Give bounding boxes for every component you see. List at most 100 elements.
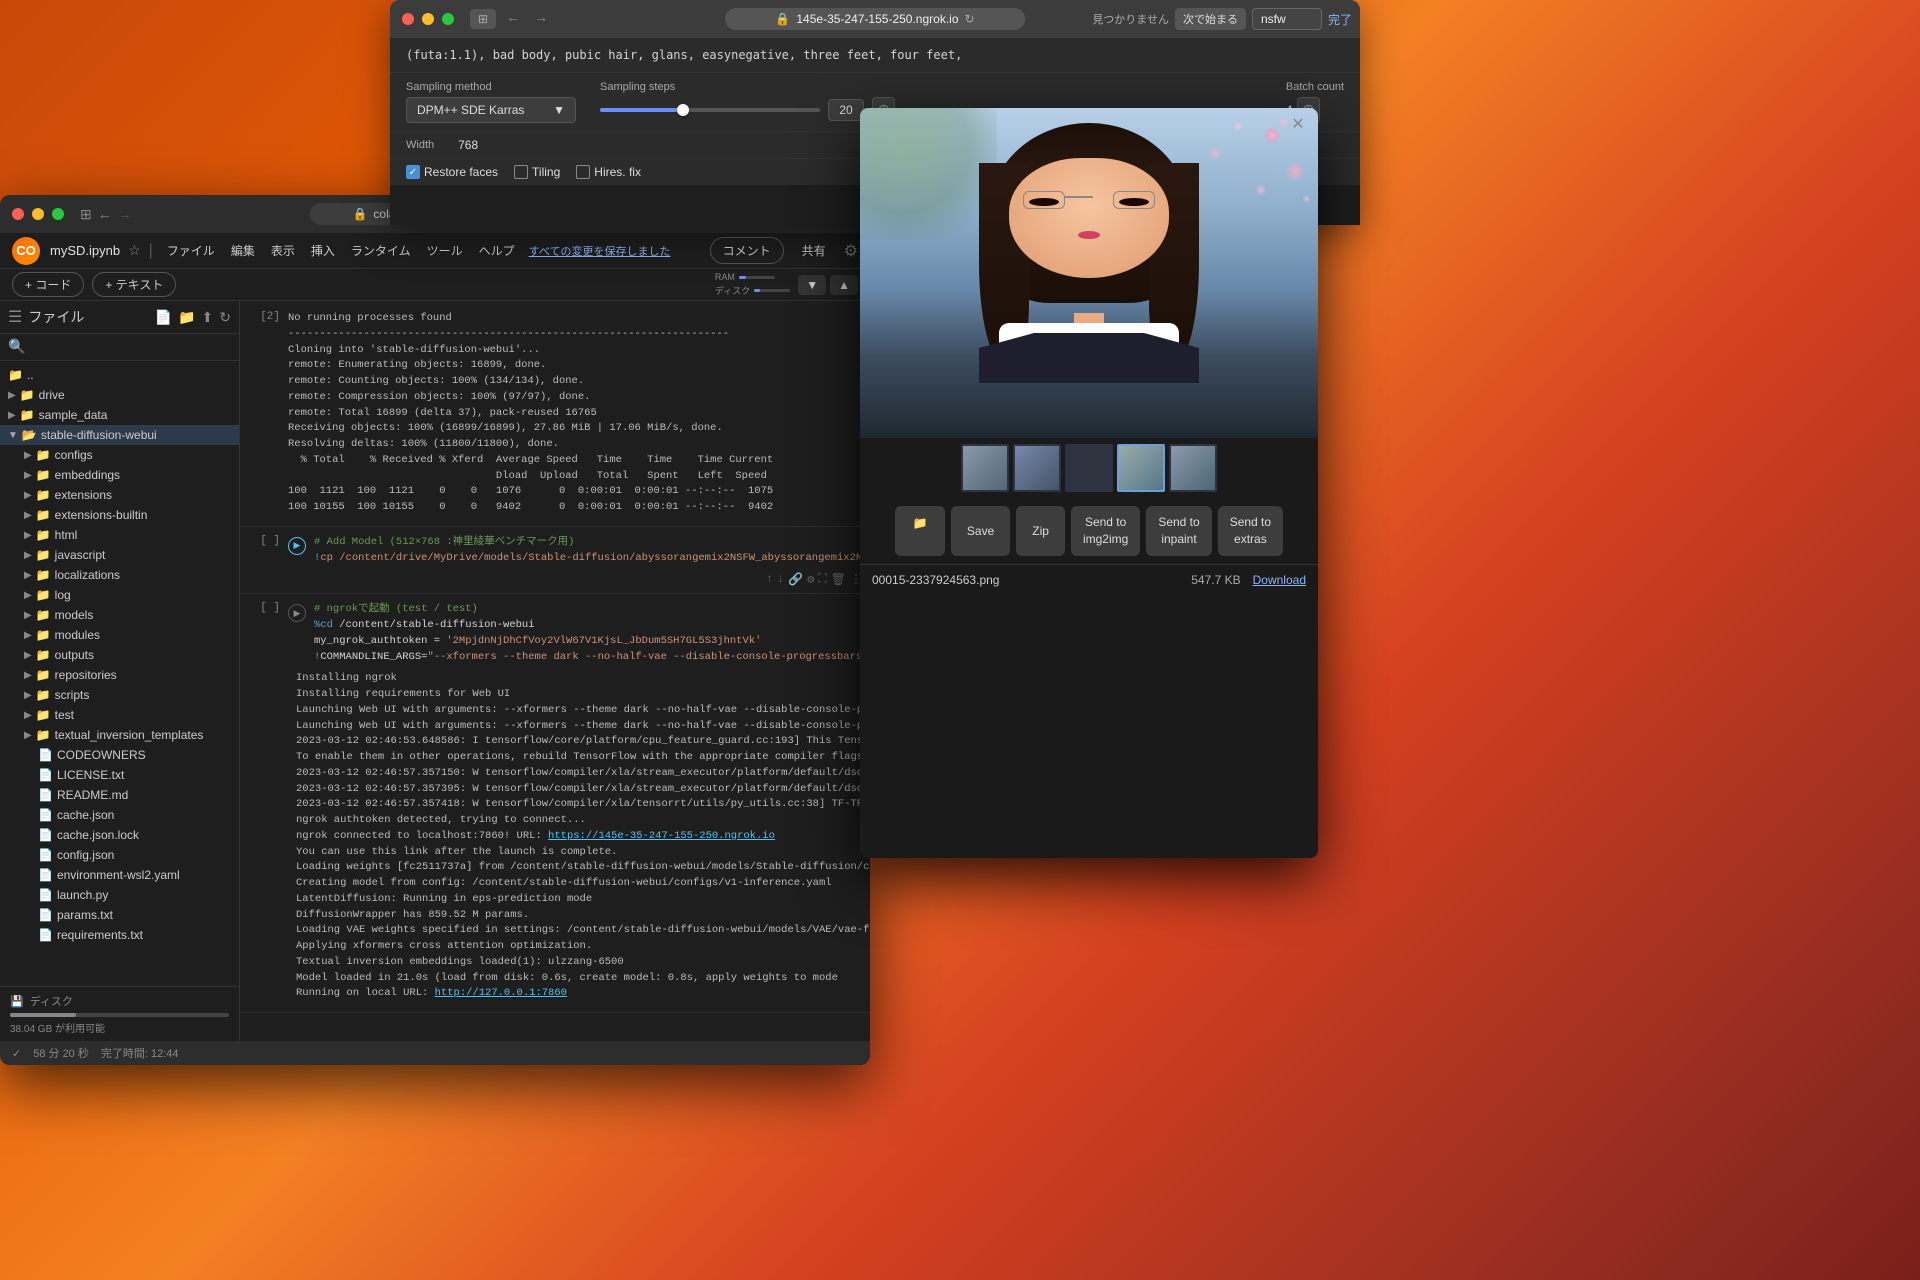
colab-nav-back[interactable]: ←: [98, 206, 112, 223]
settings-icon[interactable]: ⚙: [844, 241, 858, 261]
sidebar-item-html[interactable]: ▶ 📁 html: [0, 525, 239, 545]
sidebar-item-configs[interactable]: ▶ 📁 configs: [0, 445, 239, 465]
folder-button[interactable]: 📁: [895, 506, 945, 556]
sidebar-item-requirements[interactable]: 📄 requirements.txt: [0, 925, 239, 945]
nav-forward-icon[interactable]: →: [530, 9, 552, 29]
sidebar-item-repositories[interactable]: ▶ 📁 repositories: [0, 665, 239, 685]
expand-cell-icon[interactable]: ⛶: [818, 572, 826, 587]
reload-icon[interactable]: ↻: [965, 12, 975, 26]
menu-runtime[interactable]: ランタイム: [345, 240, 417, 261]
steps-slider-track[interactable]: [600, 108, 820, 112]
sidebar-item-embeddings[interactable]: ▶ 📁 embeddings: [0, 465, 239, 485]
send-to-img2img-button[interactable]: Send toimg2img: [1071, 506, 1140, 556]
sidebar-item-scripts[interactable]: ▶ 📁 scripts: [0, 685, 239, 705]
sidebar-item-env-wsl2[interactable]: 📄 environment-wsl2.yaml: [0, 865, 239, 885]
download-button[interactable]: Download: [1253, 573, 1306, 587]
sidebar-item-launch[interactable]: 📄 launch.py: [0, 885, 239, 905]
sidebar-item-extensions-builtin[interactable]: ▶ 📁 extensions-builtin: [0, 505, 239, 525]
run-all-button[interactable]: ▲: [830, 275, 858, 295]
sidebar-item-license[interactable]: 📄 LICENSE.txt: [0, 765, 239, 785]
hires-fix-checkbox[interactable]: Hires. fix: [576, 165, 641, 179]
save-button[interactable]: Save: [951, 506, 1010, 556]
colab-nav-forward[interactable]: →: [118, 206, 132, 223]
thumbnail-3[interactable]: [1065, 444, 1113, 492]
sidebar-item-webui[interactable]: ▼ 📂 stable-diffusion-webui: [0, 425, 239, 445]
tiling-checkbox[interactable]: Tiling: [514, 165, 560, 179]
cell-2: [ ] ▶ # Add Model (512×768 :神里綾華ベンチマーク用)…: [240, 527, 870, 595]
menu-file[interactable]: ファイル: [161, 240, 221, 261]
thumbnail-5[interactable]: [1169, 444, 1217, 492]
add-code-button[interactable]: + コード: [12, 272, 84, 297]
sidebar-item-models[interactable]: ▶ 📁 models: [0, 605, 239, 625]
sidebar-upload-icon[interactable]: ⬆: [202, 309, 214, 326]
sidebar-item-outputs[interactable]: ▶ 📁 outputs: [0, 645, 239, 665]
menu-edit[interactable]: 編集: [225, 240, 261, 261]
sidebar-item-cache-json[interactable]: 📄 cache.json: [0, 805, 239, 825]
send-to-inpaint-button[interactable]: Send toinpaint: [1146, 506, 1211, 556]
dot-red[interactable]: [402, 13, 414, 25]
colab-star-icon[interactable]: ☆: [128, 242, 141, 259]
menu-help[interactable]: ヘルプ: [473, 240, 521, 261]
restore-faces-checkbox[interactable]: ✓ Restore faces: [406, 165, 498, 179]
folder-icon: 📁: [36, 628, 51, 642]
sidebar-item-config-json[interactable]: 📄 config.json: [0, 845, 239, 865]
colab-lock-icon: 🔒: [352, 207, 367, 221]
steps-value-box[interactable]: 20: [828, 99, 864, 121]
colab-dot-red[interactable]: [12, 208, 24, 220]
sidebar-item-sample-data[interactable]: ▶ 📁 sample_data: [0, 405, 239, 425]
sidebar-item-cache-lock[interactable]: 📄 cache.json.lock: [0, 825, 239, 845]
thumbnail-4[interactable]: [1117, 444, 1165, 492]
up-icon[interactable]: ↑: [766, 572, 773, 587]
colab-dot-yellow[interactable]: [32, 208, 44, 220]
sidebar-item-drive[interactable]: ▶ 📁 drive: [0, 385, 239, 405]
folder-icon: 📁: [36, 648, 51, 662]
add-text-button[interactable]: + テキスト: [92, 272, 176, 297]
cell-run-2[interactable]: ▶: [288, 537, 306, 555]
dot-green[interactable]: [442, 13, 454, 25]
menu-view[interactable]: 表示: [265, 240, 301, 261]
nav-back-icon[interactable]: ←: [502, 9, 524, 29]
tab-grid-icon[interactable]: ⊞: [80, 206, 92, 223]
sidebar-menu-icon[interactable]: ☰: [8, 307, 22, 327]
menu-tools[interactable]: ツール: [421, 240, 469, 261]
thumbnail-1[interactable]: [961, 444, 1009, 492]
down-icon[interactable]: ↓: [777, 572, 784, 587]
sidebar-item-params[interactable]: 📄 params.txt: [0, 905, 239, 925]
share-button[interactable]: 共有: [794, 238, 834, 263]
menu-insert[interactable]: 挿入: [305, 240, 341, 261]
sidebar-new-folder-icon[interactable]: 📁: [178, 309, 195, 326]
sidebar-item-modules[interactable]: ▶ 📁 modules: [0, 625, 239, 645]
search-input[interactable]: [1252, 8, 1322, 30]
file-doc-icon: 📄: [38, 788, 53, 802]
sidebar-item-textual[interactable]: ▶ 📁 textual_inversion_templates: [0, 725, 239, 745]
comment-button[interactable]: コメント: [710, 237, 784, 264]
colab-dot-green[interactable]: [52, 208, 64, 220]
tab-icon[interactable]: ⊞: [470, 9, 496, 29]
sidebar-item-dotdot[interactable]: 📁 ..: [0, 365, 239, 385]
close-button[interactable]: ✕: [1286, 112, 1310, 136]
zip-button[interactable]: Zip: [1016, 506, 1065, 556]
sidebar-item-javascript[interactable]: ▶ 📁 javascript: [0, 545, 239, 565]
dot-yellow[interactable]: [422, 13, 434, 25]
thumbnail-2[interactable]: [1013, 444, 1061, 492]
send-to-extras-button[interactable]: Send toextras: [1218, 506, 1283, 556]
delete-cell-icon[interactable]: 🗑: [831, 572, 846, 587]
run-controls[interactable]: ▼ ▲: [798, 275, 858, 295]
sidebar-item-test[interactable]: ▶ 📁 test: [0, 705, 239, 725]
sidebar-item-localizations[interactable]: ▶ 📁 localizations: [0, 565, 239, 585]
sampling-method-select[interactable]: DPM++ SDE Karras ▼: [406, 97, 576, 123]
run-dropdown[interactable]: ▼: [798, 275, 826, 295]
next-search-button[interactable]: 次で始まる: [1175, 8, 1246, 30]
sidebar-new-file-icon[interactable]: 📄: [155, 309, 172, 326]
settings-cell-icon[interactable]: ⚙: [807, 572, 814, 587]
folder-icon: 📁: [36, 568, 51, 582]
sidebar-refresh-icon[interactable]: ↻: [219, 309, 231, 326]
sidebar-item-extensions[interactable]: ▶ 📁 extensions: [0, 485, 239, 505]
sidebar-search-icon[interactable]: 🔍: [8, 338, 25, 354]
link-icon[interactable]: 🔗: [788, 572, 803, 587]
sidebar-item-readme[interactable]: 📄 README.md: [0, 785, 239, 805]
search-complete-button[interactable]: 完了: [1328, 11, 1352, 28]
cell-run-3[interactable]: ▶: [288, 604, 306, 622]
sidebar-item-codeowners[interactable]: 📄 CODEOWNERS: [0, 745, 239, 765]
sidebar-item-log[interactable]: ▶ 📁 log: [0, 585, 239, 605]
